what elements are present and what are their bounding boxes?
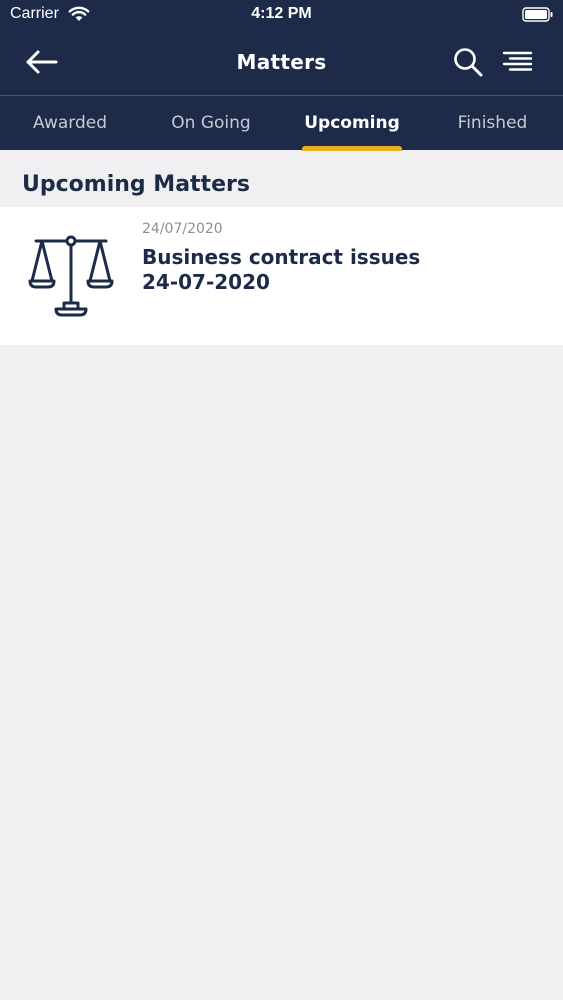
tab-awarded[interactable]: Awarded: [0, 96, 140, 150]
battery-icon: [522, 7, 554, 27]
tab-bar: Awarded On Going Upcoming Finished: [0, 96, 563, 150]
menu-button[interactable]: [500, 46, 534, 78]
active-tab-indicator: [302, 146, 402, 151]
nav-bar: Matters: [0, 30, 563, 95]
matter-title-line1: Business contract issues: [142, 245, 421, 269]
matter-title: Business contract issues 24-07-2020: [142, 245, 542, 295]
scales-of-justice-icon: [28, 235, 114, 319]
search-icon: [454, 48, 483, 77]
search-button[interactable]: [452, 46, 484, 78]
matter-date: 24/07/2020: [142, 221, 223, 237]
status-bar: Carrier 4:12 PM: [0, 0, 563, 30]
section-title: Upcoming Matters: [22, 172, 250, 197]
menu-lines-icon: [502, 51, 533, 71]
arrow-left-icon: [26, 50, 58, 74]
header: Carrier 4:12 PM Matters Awarded On Going…: [0, 0, 563, 151]
matter-title-line2: 24-07-2020: [142, 270, 270, 294]
back-button[interactable]: [22, 44, 62, 80]
tab-upcoming[interactable]: Upcoming: [282, 96, 422, 150]
tab-on-going[interactable]: On Going: [140, 96, 282, 150]
matter-list-item[interactable]: 24/07/2020 Business contract issues 24-0…: [0, 207, 563, 345]
status-time: 4:12 PM: [251, 5, 312, 22]
tab-finished[interactable]: Finished: [422, 96, 563, 150]
